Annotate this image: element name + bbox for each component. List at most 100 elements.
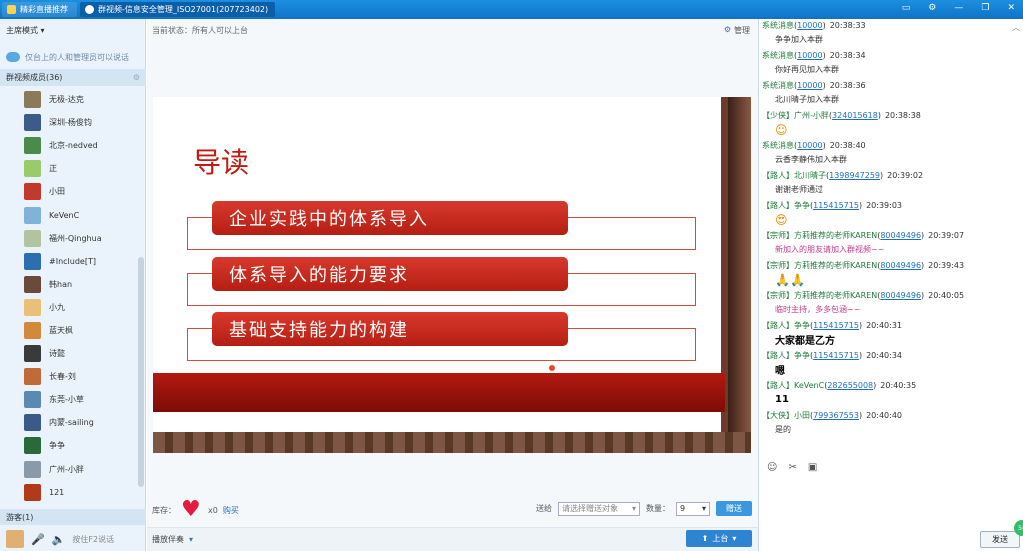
on-stage-button[interactable]: ⬆ 上台 ▾ <box>686 530 752 547</box>
guests-header[interactable]: 游客(1) <box>0 509 146 525</box>
message-sender[interactable]: 系统消息 <box>762 141 794 150</box>
list-item[interactable]: 诗懿 <box>0 342 138 365</box>
sender-qq-link[interactable]: 115415715 <box>813 321 859 330</box>
tab-label: 精彩直播推荐 <box>20 5 68 14</box>
message-sender[interactable]: 【大侠】小田 <box>762 411 810 420</box>
message-text: 北川晴子加入本群 <box>775 95 839 104</box>
skin-icon[interactable]: ▭ <box>902 3 911 13</box>
heart-gift-icon[interactable]: ♥ <box>181 499 203 521</box>
sender-wrap: 【宗师】方莉推荐的老师KAREN(80049496) <box>762 260 924 271</box>
list-item[interactable]: 小田 <box>0 180 138 203</box>
sender-qq-link[interactable]: 282655008 <box>827 381 873 390</box>
microphone-icon[interactable]: 🎤 <box>31 533 45 546</box>
message-header: 【路人】争争(115415715) 20:40:34 <box>762 349 1012 362</box>
stock-count: x0 <box>208 505 218 515</box>
chevron-down-icon[interactable]: ▾ <box>189 535 193 544</box>
tab-group-video[interactable]: 群视频-信息安全管理_ISO27001(207723402) <box>80 2 275 17</box>
message-time: 20:40:35 <box>880 381 917 390</box>
avatar[interactable] <box>6 530 24 548</box>
paren: ) <box>822 141 826 150</box>
mode-dropdown[interactable]: 主席模式 ▾ <box>6 25 45 36</box>
manage-button[interactable]: ⚙ 管理 <box>724 25 750 36</box>
sender-wrap: 【路人】KeVenC(282655008) <box>762 380 876 391</box>
members-header[interactable]: 群视频成员(36) ⚙ <box>0 69 146 86</box>
maximize-icon[interactable]: ❐ <box>981 3 989 13</box>
notification-bubble[interactable]: 56 <box>1014 520 1023 536</box>
members-header-label: 群视频成员(36) <box>6 73 63 82</box>
sender-qq-link[interactable]: 80049496 <box>880 291 921 300</box>
message-sender[interactable]: 系统消息 <box>762 81 794 90</box>
sender-qq-link[interactable]: 1398947259 <box>829 171 880 180</box>
message-sender[interactable]: 【路人】争争 <box>762 351 810 360</box>
buy-link[interactable]: 购买 <box>223 505 239 516</box>
sender-qq-link[interactable]: 10000 <box>797 81 822 90</box>
sender-qq-link[interactable]: 324015618 <box>832 111 878 120</box>
message-time: 20:40:40 <box>866 411 902 420</box>
send-gift-button[interactable]: 赠送 <box>716 501 752 516</box>
sender-qq-link[interactable]: 115415715 <box>813 201 859 210</box>
sender-qq-link[interactable]: 80049496 <box>880 231 921 240</box>
sender-qq-link[interactable]: 10000 <box>797 141 822 150</box>
member-name: 东莞-小草 <box>49 395 84 405</box>
chevron-down-icon: ▾ <box>701 504 706 513</box>
list-item[interactable]: KeVenC <box>0 203 138 226</box>
chat-message: 【少侠】广州-小胖(324015618) 20:38:38 ☺ <box>762 109 1012 137</box>
settings-icon[interactable]: ⚙ <box>133 73 140 82</box>
list-item[interactable]: 正 <box>0 157 138 180</box>
message-text: 新加入的朋友请加入群视频~~ <box>775 245 885 254</box>
sender-qq-link[interactable]: 10000 <box>797 21 822 30</box>
emoji-icon[interactable]: ☺ <box>767 462 777 473</box>
scissors-icon[interactable]: ✂ <box>788 462 796 473</box>
list-item[interactable]: 深圳-杨俊钧 <box>0 111 138 134</box>
message-sender[interactable]: 【路人】北川晴子 <box>762 171 826 180</box>
list-item[interactable]: 蓝天枫 <box>0 319 138 342</box>
sender-qq-link[interactable]: 10000 <box>797 51 822 60</box>
list-item[interactable]: 广州-小胖 <box>0 458 138 481</box>
list-item[interactable]: 长春-刘 <box>0 365 138 388</box>
tab-live-recommend[interactable]: 精彩直播推荐 <box>2 2 77 17</box>
manage-label: 管理 <box>734 26 750 35</box>
list-item[interactable]: 北京-nedved <box>0 134 138 157</box>
list-item[interactable]: 韩han <box>0 273 138 296</box>
list-item[interactable]: 无极-达克 <box>0 88 138 111</box>
close-icon[interactable]: ✕ <box>1007 3 1015 13</box>
quantity-select[interactable]: 9 ▾ <box>676 501 710 516</box>
sender-qq-link[interactable]: 799367553 <box>813 411 859 420</box>
avatar <box>24 437 41 455</box>
settings-icon[interactable]: ⚙ <box>928 3 936 13</box>
list-item[interactable]: 121 <box>0 481 138 504</box>
video-screen[interactable]: 导读 企业实践中的体系导入 体系导入的能力要求 基础支持能力的构建 <box>153 97 751 453</box>
send-button[interactable]: 发送 <box>980 531 1020 548</box>
gift-target-select[interactable]: 请选择赠送对象 ▾ <box>558 501 640 516</box>
message-sender[interactable]: 【宗师】方莉推荐的老师KAREN <box>762 261 877 270</box>
list-item[interactable]: 内蒙-sailing <box>0 411 138 434</box>
collapse-icon[interactable]: ︿ <box>1012 22 1020 33</box>
play-companion-button[interactable]: 播放伴奏 <box>152 534 184 545</box>
list-item[interactable]: 东莞-小草 <box>0 388 138 411</box>
avatar <box>24 91 41 109</box>
sender-qq-link[interactable]: 115415715 <box>813 351 859 360</box>
list-item[interactable]: 小九 <box>0 296 138 319</box>
list-item[interactable]: 福州-Qinghua <box>0 227 138 250</box>
paren: ) <box>921 261 925 270</box>
chevron-down-icon: ▾ <box>631 504 636 513</box>
sender-qq-link[interactable]: 80049496 <box>880 261 921 270</box>
f2-speak-label[interactable]: 按住F2说话 <box>72 534 114 545</box>
speaker-icon[interactable]: 🔈 <box>52 533 66 546</box>
message-sender[interactable]: 【路人】争争 <box>762 321 810 330</box>
minimize-icon[interactable]: — <box>954 3 963 13</box>
message-sender[interactable]: 系统消息 <box>762 51 794 60</box>
member-name: 深圳-杨俊钧 <box>49 118 92 128</box>
message-sender[interactable]: 系统消息 <box>762 21 794 30</box>
message-sender[interactable]: 【宗师】方莉推荐的老师KAREN <box>762 231 877 240</box>
image-icon[interactable]: ▣ <box>808 462 817 473</box>
message-sender[interactable]: 【宗师】方莉推荐的老师KAREN <box>762 291 877 300</box>
title-bar: 精彩直播推荐 群视频-信息安全管理_ISO27001(207723402) ▭ … <box>0 0 1023 19</box>
member-list-scrollbar[interactable] <box>138 257 144 487</box>
message-sender[interactable]: 【少侠】广州-小胖 <box>762 111 829 120</box>
message-sender[interactable]: 【路人】争争 <box>762 201 810 210</box>
chat-message: 系统消息(10000) 20:38:40 云香李静伟加入本群 <box>762 139 1012 167</box>
message-sender[interactable]: 【路人】KeVenC <box>762 381 824 390</box>
list-item[interactable]: 争争 <box>0 434 138 457</box>
list-item[interactable]: #Include[T] <box>0 250 138 273</box>
